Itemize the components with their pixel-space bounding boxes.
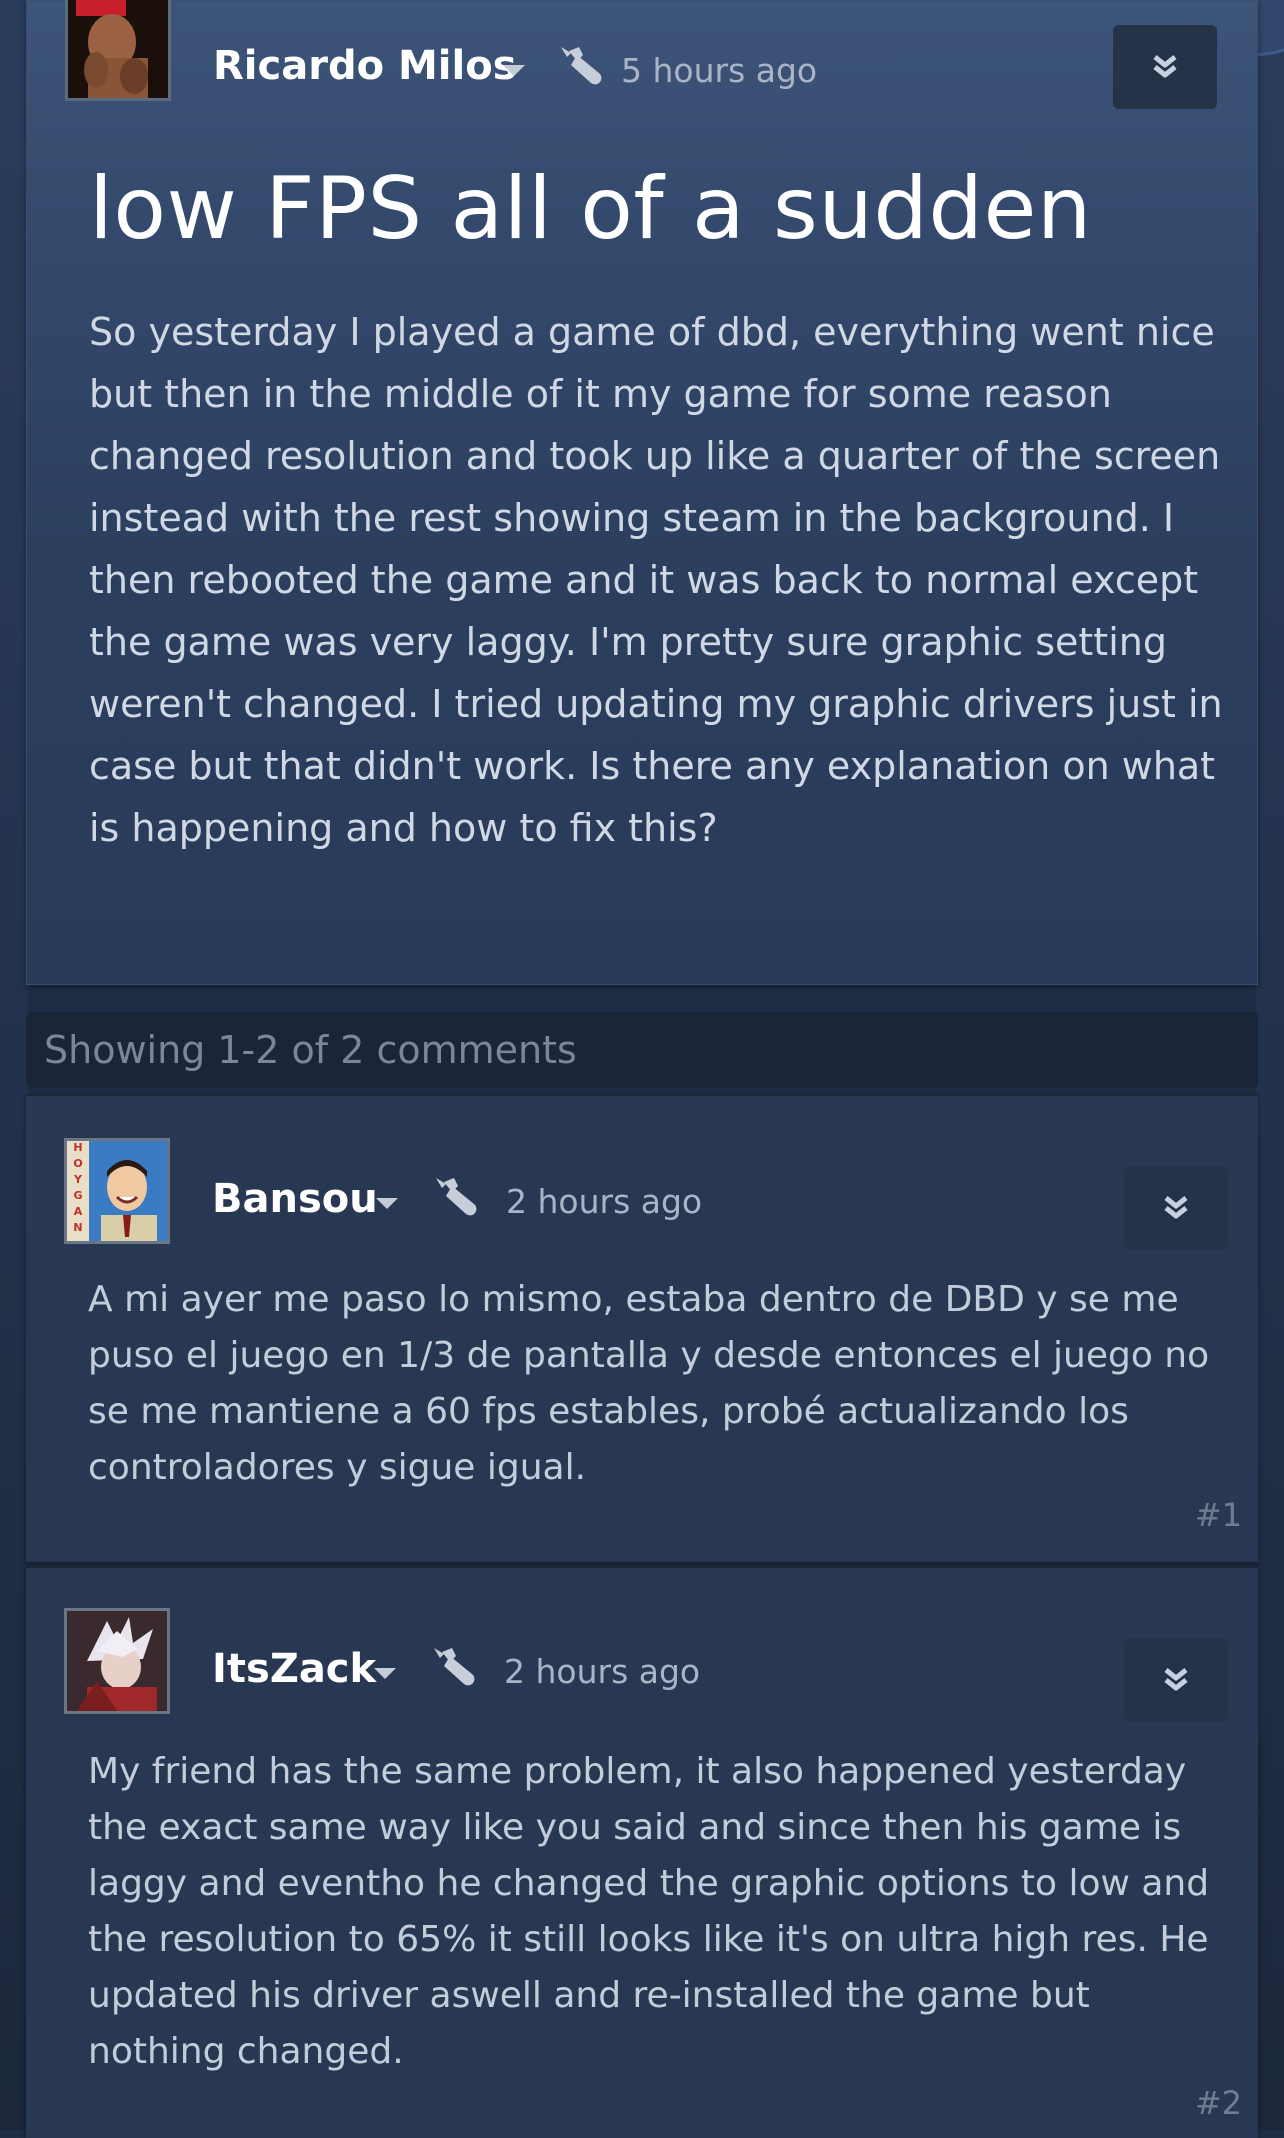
quill-pen-icon [436, 1178, 477, 1216]
comment-number[interactable]: #2 [1195, 2084, 1242, 2122]
quill-pen-icon [561, 47, 602, 85]
author-avatar[interactable] [65, 0, 171, 101]
svg-text:G: G [73, 1189, 82, 1202]
comment-avatar[interactable] [64, 1608, 170, 1714]
comment-card: ItsZack 2 hours ago My friend has the sa… [26, 1566, 1258, 2138]
comment-number[interactable]: #1 [1195, 1496, 1242, 1534]
original-post-card: Ricardo Milos 5 hours ago low FPS all of… [26, 0, 1258, 985]
comment-timestamp: 2 hours ago [506, 1182, 703, 1221]
svg-text:O: O [73, 1157, 82, 1170]
comment-options-button[interactable] [1124, 1638, 1228, 1722]
caret-down-icon[interactable] [374, 1668, 396, 1679]
double-chevron-down-icon [1153, 55, 1177, 78]
comment-author-name[interactable]: Bansou [212, 1176, 378, 1222]
post-timestamp: 5 hours ago [621, 51, 818, 90]
svg-text:A: A [74, 1205, 83, 1218]
comment-avatar[interactable]: H O Y G A N [64, 1138, 170, 1244]
comment-author-name[interactable]: ItsZack [212, 1646, 376, 1692]
post-options-button[interactable] [1113, 25, 1217, 109]
quill-pen-icon [434, 1648, 475, 1686]
caret-down-icon[interactable] [376, 1198, 398, 1209]
comments-count-text: Showing 1-2 of 2 comments [44, 1028, 577, 1072]
comments-count-bar: Showing 1-2 of 2 comments [26, 1012, 1258, 1088]
avatar-image [68, 0, 168, 98]
double-chevron-down-icon [1164, 1196, 1188, 1219]
page-edge-right [1256, 0, 1284, 2130]
svg-text:Y: Y [73, 1173, 83, 1186]
comment-body: A mi ayer me paso lo mismo, estaba dentr… [88, 1279, 1210, 1488]
comment-options-button[interactable] [1124, 1166, 1228, 1250]
avatar-image [67, 1611, 167, 1711]
post-title: low FPS all of a sudden [89, 159, 1092, 259]
double-chevron-down-icon [1164, 1668, 1188, 1691]
comment-body: My friend has the same problem, it also … [88, 1751, 1210, 2072]
svg-text:N: N [73, 1221, 82, 1234]
author-name[interactable]: Ricardo Milos [213, 43, 517, 89]
comment-timestamp: 2 hours ago [504, 1652, 701, 1691]
post-body: So yesterday I played a game of dbd, eve… [89, 310, 1223, 850]
avatar-image: H O Y G A N [67, 1141, 167, 1241]
svg-text:H: H [73, 1141, 82, 1154]
caret-down-icon[interactable] [503, 65, 525, 76]
comment-card: H O Y G A N Bansou 2 hours ago A mi ayer… [26, 1094, 1258, 1562]
page-edge-left [0, 0, 28, 2130]
